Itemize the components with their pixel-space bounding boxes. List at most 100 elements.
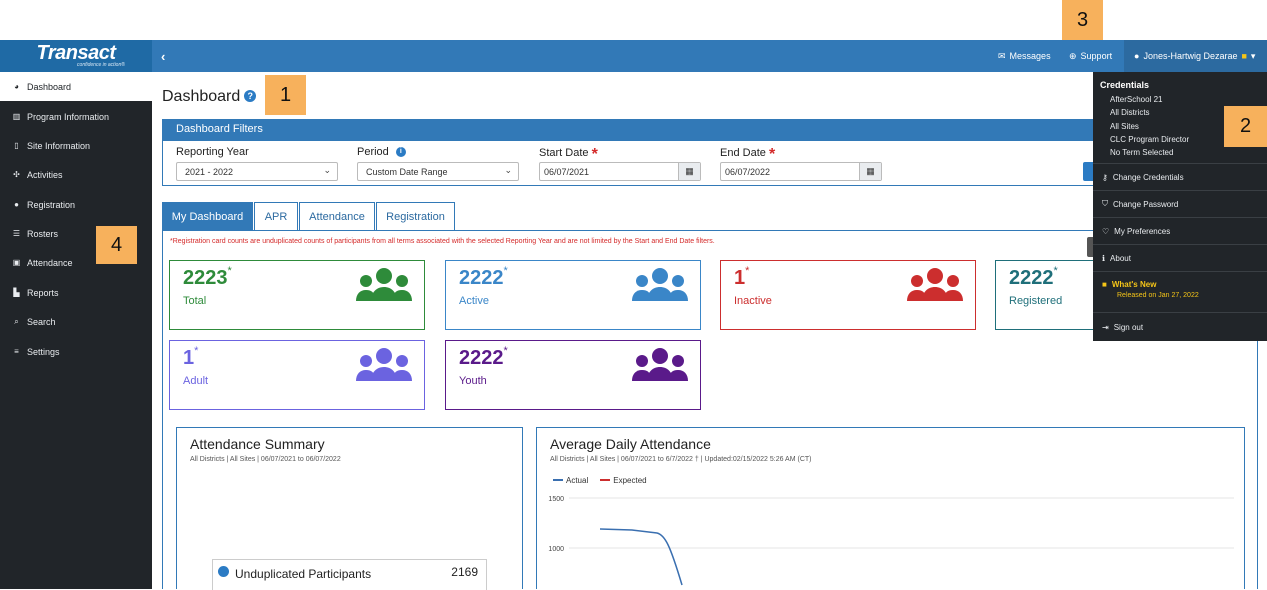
card-label: Inactive xyxy=(734,295,772,307)
card-value: 2222* xyxy=(459,345,508,369)
attendance-summary-panel: Attendance Summary All Districts | All S… xyxy=(176,427,523,590)
dashboard-icon: ◕ xyxy=(14,82,19,91)
period-value: Custom Date Range xyxy=(366,167,448,177)
start-date-input[interactable]: 06/07/2021 ▦ xyxy=(539,162,701,181)
whats-new-item[interactable]: ■ What's New Released on Jan 27, 2022 xyxy=(1093,271,1267,312)
card-adult[interactable]: 1* Adult xyxy=(169,340,425,410)
card-value: 2222* xyxy=(1009,265,1058,289)
card-value: 2223* xyxy=(183,265,232,289)
card-total[interactable]: 2223* Total xyxy=(169,260,425,330)
sidebar-item-label: Site Information xyxy=(27,140,91,151)
sign-out-item[interactable]: ⇥ Sign out xyxy=(1093,312,1267,341)
calendar-icon: ▣ xyxy=(12,258,21,267)
bar-chart-icon: ▙ xyxy=(13,288,20,297)
chart-legend: Actual Expected xyxy=(553,476,647,485)
registration-note: *Registration card counts are unduplicat… xyxy=(170,238,715,245)
key-icon: ⚷ xyxy=(1102,172,1108,182)
whats-new-row: ■ What's New xyxy=(1102,280,1156,289)
required-mark: * xyxy=(768,146,776,163)
period-select[interactable]: Custom Date Range ⌄ xyxy=(357,162,519,181)
credential-item: All Sites xyxy=(1110,121,1139,131)
card-value-text: 1 xyxy=(183,347,195,369)
callout-2-label: 2 xyxy=(1239,115,1252,137)
envelope-icon: ✉ xyxy=(998,50,1006,61)
menu-item-label: Sign out xyxy=(1113,322,1144,332)
shield-icon: ⛉ xyxy=(1102,199,1108,208)
sidebar-item-label: Registration xyxy=(27,199,76,210)
card-inactive[interactable]: 1* Inactive xyxy=(720,260,976,330)
summary-legend: Unduplicated Participants 2169 xyxy=(212,559,487,590)
users-icon xyxy=(632,268,688,301)
credential-item: All Districts xyxy=(1110,108,1150,118)
about-item[interactable]: ℹ About xyxy=(1093,244,1267,271)
tab-apr[interactable]: APR xyxy=(254,202,298,230)
panel-title: Average Daily Attendance xyxy=(550,436,711,452)
logo[interactable]: Transact confidence in action® xyxy=(0,40,152,72)
info-icon[interactable]: i xyxy=(395,147,406,157)
calendar-icon[interactable]: ▦ xyxy=(678,163,700,180)
life-ring-icon: ⊕ xyxy=(1069,50,1077,61)
change-credentials-item[interactable]: ⚷ Change Credentials xyxy=(1093,163,1267,190)
gift-icon: ■ xyxy=(1241,51,1247,61)
sidebar-item-reports[interactable]: ▙ Reports xyxy=(0,278,152,307)
y-tick-label: 1000 xyxy=(548,546,564,553)
legend-actual[interactable]: Actual xyxy=(553,476,588,485)
menu-item-label: My Preferences xyxy=(1114,226,1171,236)
card-label: Adult xyxy=(183,375,209,387)
start-date-label-text: Start Date xyxy=(539,147,589,159)
sidebar: ◕ Dashboard ▥ Program Information ▯ Site In… xyxy=(0,72,152,589)
legend-label: Unduplicated Participants xyxy=(235,567,372,581)
card-registered[interactable]: 2222* Registered xyxy=(995,260,1093,330)
credentials-list: AfterSchool 21 All Districts All Sites C… xyxy=(1110,93,1189,159)
sliders-icon: ≡ xyxy=(14,347,19,356)
end-date-input[interactable]: 06/07/2022 ▦ xyxy=(720,162,882,181)
support-label: Support xyxy=(1080,51,1113,61)
credential-item: AfterSchool 21 xyxy=(1110,95,1163,104)
messages-link[interactable]: ✉ Messages xyxy=(998,40,1051,72)
callout-4-label: 4 xyxy=(110,233,123,256)
end-date-value: 06/07/2022 xyxy=(725,167,771,177)
reporting-year-select[interactable]: 2021 - 2022 ⌄ xyxy=(176,162,338,181)
calendar-icon[interactable]: ▦ xyxy=(859,163,881,180)
help-icon[interactable]: ? xyxy=(244,90,257,102)
logo-tagline: confidence in action® xyxy=(77,62,125,68)
reporting-year-label: Reporting Year xyxy=(176,146,249,158)
card-value: 1* xyxy=(183,345,199,369)
my-preferences-item[interactable]: ♡ My Preferences xyxy=(1093,217,1267,244)
users-icon xyxy=(907,268,963,301)
search-icon: ⌕ xyxy=(14,316,19,326)
sidebar-item-dashboard[interactable]: ◕ Dashboard xyxy=(0,72,152,101)
callout-1: 1 xyxy=(265,75,306,115)
legend-expected[interactable]: Expected xyxy=(600,476,647,485)
sidebar-item-label: Search xyxy=(27,316,56,327)
sidebar-item-label: Reports xyxy=(27,287,59,298)
credentials-header: Credentials xyxy=(1100,80,1150,90)
card-active[interactable]: 2222* Active xyxy=(445,260,701,330)
users-icon xyxy=(356,348,412,381)
sidebar-item-program-information[interactable]: ▥ Program Information xyxy=(0,102,152,131)
sidebar-item-site-information[interactable]: ▯ Site Information xyxy=(0,131,152,160)
tab-my-dashboard[interactable]: My Dashboard xyxy=(162,202,253,230)
chevron-left-icon[interactable]: ‹ xyxy=(161,40,165,72)
card-youth[interactable]: 2222* Youth xyxy=(445,340,701,410)
sidebar-item-search[interactable]: ⌕ Search xyxy=(0,307,152,336)
sidebar-item-settings[interactable]: ≡ Settings xyxy=(0,337,152,366)
series-line-actual xyxy=(599,528,683,586)
card-value-text: 1 xyxy=(734,267,746,289)
bank-icon: ▥ xyxy=(12,112,21,121)
change-password-item[interactable]: ⛉ Change Password xyxy=(1093,190,1267,217)
support-link[interactable]: ⊕ Support xyxy=(1069,40,1112,72)
sidebar-item-activities[interactable]: ✣ Activities xyxy=(0,160,152,189)
tab-attendance[interactable]: Attendance xyxy=(299,202,375,230)
info-icon: ℹ xyxy=(1102,253,1106,263)
required-mark: * xyxy=(591,146,598,163)
sidebar-item-registration[interactable]: ● Registration xyxy=(0,190,152,219)
menu-item-label: Change Credentials xyxy=(1112,172,1184,182)
panel-subtitle: All Districts | All Sites | 06/07/2021 t… xyxy=(190,456,341,463)
user-dropdown-toggle[interactable]: ● Jones-Hartwig Dezarae ■ ▾ xyxy=(1124,40,1267,72)
users-icon xyxy=(632,348,688,381)
card-value-text: 2222 xyxy=(1009,267,1054,289)
tab-registration[interactable]: Registration xyxy=(376,202,455,230)
credential-item: CLC Program Director xyxy=(1110,134,1190,144)
menu-item-label: Change Password xyxy=(1113,199,1179,209)
